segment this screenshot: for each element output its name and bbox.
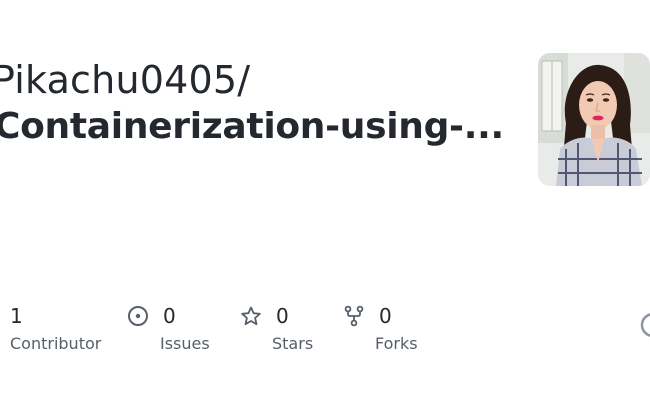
fork-icon: [343, 305, 365, 327]
stat-issues[interactable]: 0 Issues: [127, 300, 210, 353]
repo-stats: 1 Contributor 0 Issues 0 Stars 0 Forks: [0, 300, 650, 370]
stat-contributors[interactable]: 1 Contributor: [10, 300, 101, 353]
stat-forks[interactable]: 0 Forks: [343, 300, 418, 353]
star-icon: [240, 305, 262, 327]
repo-owner[interactable]: Pikachu0405/: [0, 58, 250, 102]
avatar[interactable]: [538, 53, 650, 186]
stat-value: 0: [163, 304, 176, 328]
stat-stars[interactable]: 0 Stars: [240, 300, 313, 353]
stat-value: 1: [10, 304, 23, 328]
stat-label: Contributor: [10, 334, 102, 353]
repo-card: Pikachu0405/ Containerization-using-...: [0, 0, 650, 400]
stat-label: Issues: [160, 334, 210, 353]
stat-value: 0: [379, 304, 392, 328]
stat-value: 0: [276, 304, 289, 328]
repo-name[interactable]: Containerization-using-...: [0, 106, 504, 147]
stat-label: Stars: [272, 334, 314, 353]
github-logo-icon: [640, 312, 650, 338]
stat-label: Forks: [375, 334, 418, 353]
issue-icon: [127, 305, 149, 327]
